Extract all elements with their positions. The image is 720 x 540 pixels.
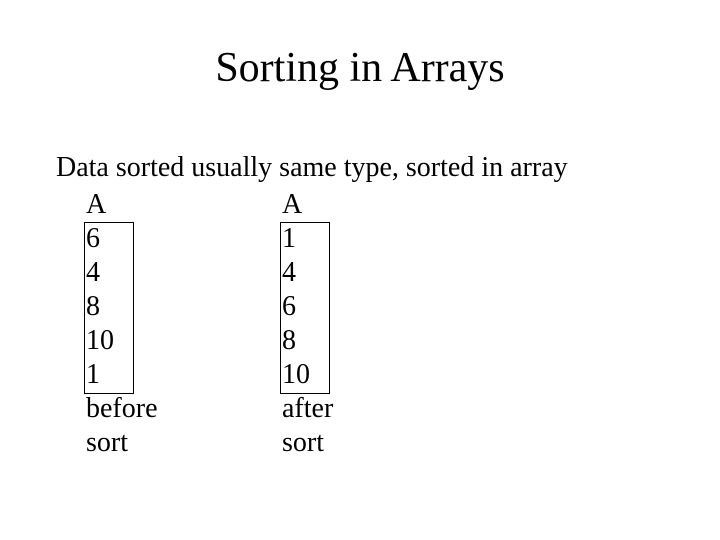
array-caption: sort [86, 426, 158, 460]
slide: Sorting in Arrays Data sorted usually sa… [0, 0, 720, 540]
array-caption: after [282, 392, 333, 426]
array-label: A [282, 188, 333, 222]
array-column-before: A 6 4 8 10 1 before sort [86, 188, 158, 460]
array-caption: before [86, 392, 158, 426]
array-cell: 8 [86, 290, 158, 324]
array-label: A [86, 188, 158, 222]
array-caption: sort [282, 426, 333, 460]
array-cell: 8 [282, 324, 333, 358]
array-cell: 10 [86, 324, 158, 358]
array-cell: 4 [282, 256, 333, 290]
array-cell: 1 [86, 358, 158, 392]
array-cell: 10 [282, 358, 333, 392]
array-cell: 6 [86, 222, 158, 256]
slide-subtitle: Data sorted usually same type, sorted in… [56, 152, 568, 184]
array-cell: 4 [86, 256, 158, 290]
array-cell: 6 [282, 290, 333, 324]
slide-title: Sorting in Arrays [0, 44, 720, 92]
array-cell: 1 [282, 222, 333, 256]
array-column-after: A 1 4 6 8 10 after sort [282, 188, 333, 460]
